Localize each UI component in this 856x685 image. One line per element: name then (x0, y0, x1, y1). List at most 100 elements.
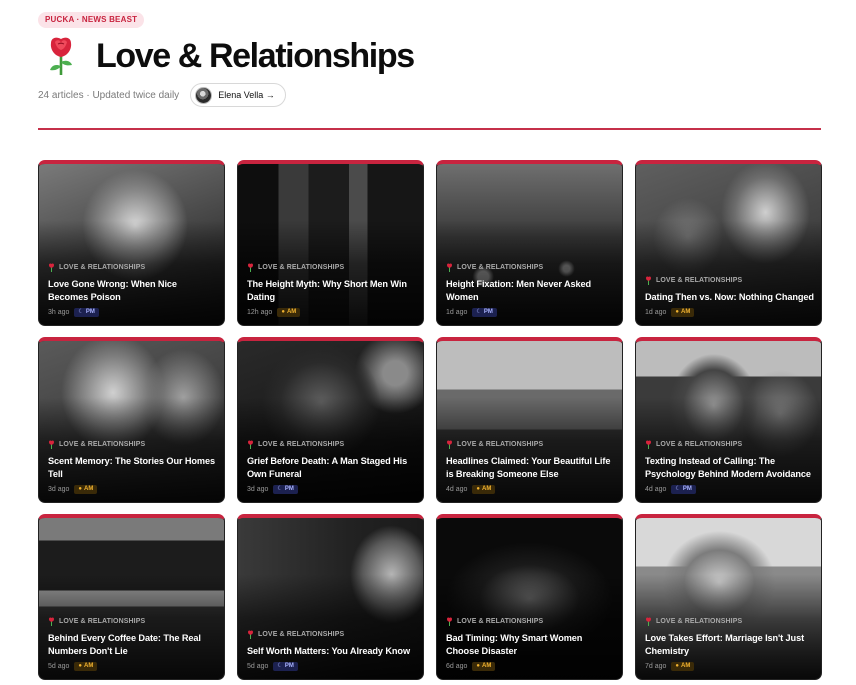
period-text: AM (286, 309, 297, 315)
period-text: PM (682, 486, 692, 492)
period-badge: ● AM (671, 308, 695, 317)
article-card[interactable]: LOVE & RELATIONSHIPS Texting Instead of C… (635, 337, 822, 503)
article-title[interactable]: The Height Myth: Why Short Men Win Datin… (247, 278, 417, 304)
category-label: LOVE & RELATIONSHIPS (446, 617, 616, 626)
period-badge: ● AM (74, 662, 98, 671)
timestamp: 3d ago (48, 486, 70, 493)
article-card[interactable]: LOVE & RELATIONSHIPS The Height Myth: Why… (237, 160, 424, 326)
category-label: LOVE & RELATIONSHIPS (48, 617, 218, 626)
period-text: PM (284, 486, 294, 492)
article-meta: 4d ago ☾ PM (645, 485, 815, 494)
article-title[interactable]: Behind Every Coffee Date: The Real Numbe… (48, 632, 218, 658)
article-meta: 5d ago ● AM (48, 662, 218, 671)
article-title[interactable]: Grief Before Death: A Man Staged His Own… (247, 455, 417, 481)
rose-icon (447, 263, 452, 272)
period-badge: ☾ PM (472, 308, 497, 317)
period-text: AM (84, 663, 94, 669)
timestamp: 1d ago (645, 309, 667, 316)
category-label: LOVE & RELATIONSHIPS (645, 440, 815, 449)
header-divider (38, 128, 821, 130)
category-text: LOVE & RELATIONSHIPS (59, 618, 146, 625)
avatar (195, 86, 213, 104)
article-card[interactable]: LOVE & RELATIONSHIPS Height Fixation: Men… (436, 160, 623, 326)
timestamp: 5d ago (48, 663, 70, 670)
article-title[interactable]: Texting Instead of Calling: The Psycholo… (645, 455, 815, 481)
category-text: LOVE & RELATIONSHIPS (258, 264, 345, 271)
article-card[interactable]: LOVE & RELATIONSHIPS Dating Then vs. Now:… (635, 160, 822, 326)
period-badge: ● AM (671, 662, 695, 671)
article-meta: 3d ago ☾ PM (247, 485, 417, 494)
article-title[interactable]: Headlines Claimed: Your Beautiful Life i… (446, 455, 616, 481)
article-title[interactable]: Dating Then vs. Now: Nothing Changed (645, 291, 815, 304)
article-title[interactable]: Love Takes Effort: Marriage Isn't Just C… (645, 632, 815, 658)
category-text: LOVE & RELATIONSHIPS (656, 618, 743, 625)
rose-icon (50, 37, 72, 75)
period-text: PM (284, 663, 294, 669)
category-label: LOVE & RELATIONSHIPS (446, 440, 616, 449)
card-content: LOVE & RELATIONSHIPS Grief Before Death: … (247, 440, 417, 494)
article-card[interactable]: LOVE & RELATIONSHIPS Love Gone Wrong: Whe… (38, 160, 225, 326)
period-text: AM (681, 309, 691, 315)
period-badge: ☾ PM (671, 485, 696, 494)
category-label: LOVE & RELATIONSHIPS (48, 263, 218, 272)
article-card[interactable]: LOVE & RELATIONSHIPS Self Worth Matters: … (237, 514, 424, 680)
article-card[interactable]: LOVE & RELATIONSHIPS Love Takes Effort: M… (635, 514, 822, 680)
period-badge: ☾ PM (74, 308, 99, 317)
timestamp: 1d ago (446, 309, 468, 316)
period-text: AM (681, 663, 691, 669)
author-link-button[interactable]: Elena Vella → (190, 83, 286, 107)
article-title[interactable]: Scent Memory: The Stories Our Homes Tell (48, 455, 218, 481)
article-meta: 6d ago ● AM (446, 662, 616, 671)
sun-icon: ● (78, 663, 83, 669)
sun-icon: ● (281, 309, 285, 315)
period-text: AM (84, 486, 94, 492)
category-text: LOVE & RELATIONSHIPS (258, 631, 345, 638)
period-badge: ● AM (277, 308, 301, 317)
rose-icon (646, 440, 651, 449)
timestamp: 6d ago (446, 663, 468, 670)
category-label: LOVE & RELATIONSHIPS (247, 440, 417, 449)
article-title[interactable]: Bad Timing: Why Smart Women Choose Disas… (446, 632, 616, 658)
article-card[interactable]: LOVE & RELATIONSHIPS Scent Memory: The St… (38, 337, 225, 503)
moon-icon: ☾ (476, 309, 482, 315)
article-card[interactable]: LOVE & RELATIONSHIPS Grief Before Death: … (237, 337, 424, 503)
article-title[interactable]: Self Worth Matters: You Already Know (247, 645, 417, 658)
category-text: LOVE & RELATIONSHIPS (457, 264, 544, 271)
rose-icon (49, 440, 54, 449)
article-meta: 3h ago ☾ PM (48, 308, 218, 317)
timestamp: 5d ago (247, 663, 269, 670)
rose-icon (248, 440, 253, 449)
category-label: LOVE & RELATIONSHIPS (247, 263, 417, 272)
sun-icon: ● (675, 663, 680, 669)
category-text: LOVE & RELATIONSHIPS (59, 441, 146, 448)
category-text: LOVE & RELATIONSHIPS (258, 441, 345, 448)
card-content: LOVE & RELATIONSHIPS Dating Then vs. Now:… (645, 276, 815, 317)
card-content: LOVE & RELATIONSHIPS Behind Every Coffee … (48, 617, 218, 671)
article-card[interactable]: LOVE & RELATIONSHIPS Headlines Claimed: Y… (436, 337, 623, 503)
timestamp: 12h ago (247, 309, 273, 316)
author-name: Elena Vella → (218, 90, 275, 100)
article-card[interactable]: LOVE & RELATIONSHIPS Behind Every Coffee … (38, 514, 225, 680)
sun-icon: ● (78, 486, 83, 492)
period-badge: ☾ PM (273, 485, 298, 494)
rose-icon (646, 617, 651, 626)
article-title[interactable]: Height Fixation: Men Never Asked Women (446, 278, 616, 304)
article-meta: 12h ago ● AM (247, 308, 417, 317)
article-card[interactable]: LOVE & RELATIONSHIPS Bad Timing: Why Smar… (436, 514, 623, 680)
article-meta: 3d ago ● AM (48, 485, 218, 494)
article-title[interactable]: Love Gone Wrong: When Nice Becomes Poiso… (48, 278, 218, 304)
card-content: LOVE & RELATIONSHIPS Love Gone Wrong: Whe… (48, 263, 218, 317)
timestamp: 4d ago (446, 486, 468, 493)
sun-icon: ● (675, 309, 680, 315)
moon-icon: ☾ (277, 486, 283, 492)
sun-icon: ● (476, 663, 481, 669)
page-title: Love & Relationships (96, 36, 415, 75)
article-meta: 4d ago ● AM (446, 485, 616, 494)
period-text: PM (85, 309, 95, 315)
category-label: LOVE & RELATIONSHIPS (446, 263, 616, 272)
card-content: LOVE & RELATIONSHIPS Love Takes Effort: M… (645, 617, 815, 671)
rose-icon (248, 630, 253, 639)
rose-icon (447, 440, 452, 449)
card-content: LOVE & RELATIONSHIPS Scent Memory: The St… (48, 440, 218, 494)
category-text: LOVE & RELATIONSHIPS (656, 441, 743, 448)
